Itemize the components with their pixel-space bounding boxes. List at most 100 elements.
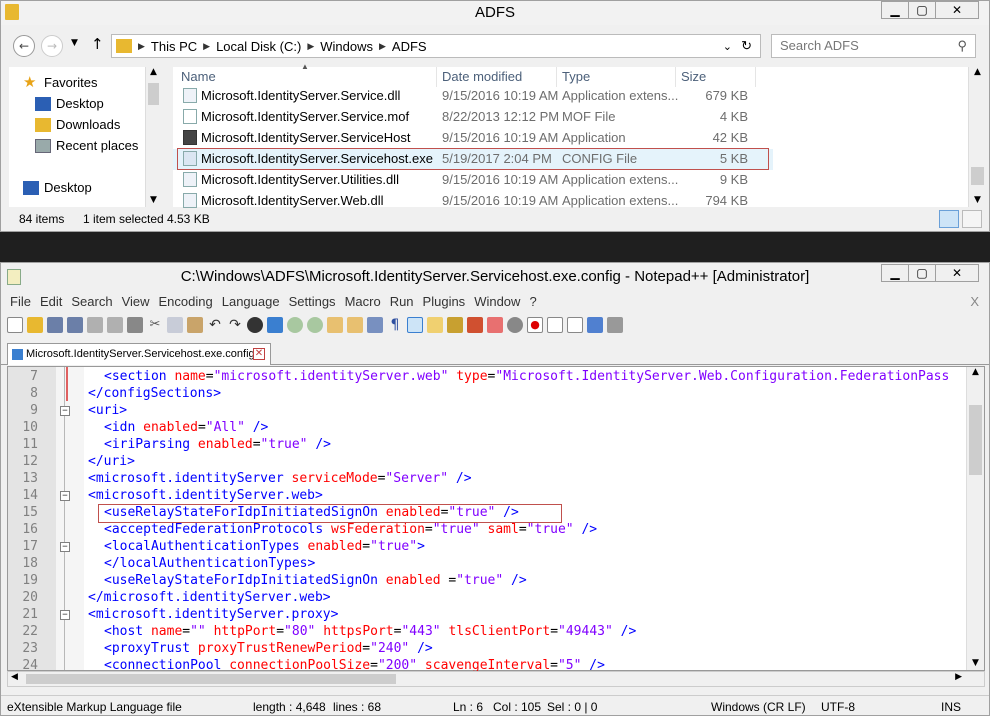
code-line[interactable]: 18 </localAuthenticationTypes>: [8, 556, 968, 573]
code-line[interactable]: 8 </configSections>: [8, 386, 968, 403]
scroll-down-icon[interactable]: ▼: [969, 195, 986, 205]
chevron-right-icon[interactable]: ▶: [379, 41, 386, 52]
tab-close-icon[interactable]: ✕: [253, 348, 265, 360]
play-macro-icon[interactable]: [567, 317, 583, 333]
code-line[interactable]: 13 <microsoft.identityServer serviceMode=…: [8, 471, 968, 488]
minimize-button[interactable]: ▁: [881, 1, 909, 19]
document-tab[interactable]: Microsoft.IdentityServer.Servicehost.exe…: [7, 343, 271, 365]
redo-icon[interactable]: ↷: [227, 317, 243, 333]
nav-recent-places[interactable]: Recent places: [35, 138, 138, 153]
file-row[interactable]: Microsoft.IdentityServer.ServiceHost 9/1…: [173, 128, 773, 149]
function-list-icon[interactable]: [467, 317, 483, 333]
monitoring-icon[interactable]: [507, 317, 523, 333]
chevron-right-icon[interactable]: ▶: [203, 41, 210, 52]
code-line[interactable]: 22 <host name="" httpPort="80" httpsPort=…: [8, 624, 968, 641]
menu-edit[interactable]: Edit: [40, 292, 62, 312]
show-all-chars-icon[interactable]: ¶: [387, 317, 403, 333]
details-view-icon[interactable]: [939, 210, 959, 228]
user-lang-icon[interactable]: [427, 317, 443, 333]
save-macro-icon[interactable]: [607, 317, 623, 333]
scroll-thumb[interactable]: [969, 405, 982, 475]
address-bar[interactable]: ▶ This PC ▶ Local Disk (C:) ▶ Windows ▶ …: [111, 34, 761, 58]
word-wrap-icon[interactable]: [367, 317, 383, 333]
save-all-icon[interactable]: [67, 317, 83, 333]
menu-encoding[interactable]: Encoding: [159, 292, 213, 312]
scroll-thumb[interactable]: [26, 674, 396, 684]
code-line[interactable]: 11 <iriParsing enabled="true" />: [8, 437, 968, 454]
column-header-name[interactable]: Name: [181, 69, 216, 84]
breadcrumb-windows[interactable]: Windows: [320, 39, 373, 54]
menu-view[interactable]: View: [122, 292, 150, 312]
save-icon[interactable]: [47, 317, 63, 333]
sync-horizontal-icon[interactable]: [347, 317, 363, 333]
sync-vertical-icon[interactable]: [327, 317, 343, 333]
minimize-button[interactable]: ▁: [881, 264, 909, 282]
code-line[interactable]: 19 <useRelayStateForIdpInitiatedSignOn en…: [8, 573, 968, 590]
forward-button[interactable]: →: [41, 35, 63, 57]
tiles-view-icon[interactable]: [962, 210, 982, 228]
file-row[interactable]: Microsoft.IdentityServer.Service.dll 9/1…: [173, 86, 773, 107]
scroll-down-icon[interactable]: ▼: [146, 195, 161, 205]
column-header-size[interactable]: Size: [681, 69, 706, 84]
breadcrumb-adfs[interactable]: ADFS: [392, 39, 427, 54]
nav-desktop-root[interactable]: Desktop: [23, 180, 92, 195]
scroll-up-icon[interactable]: ▲: [967, 367, 984, 377]
maximize-button[interactable]: ▢: [908, 264, 936, 282]
editor-hscrollbar[interactable]: ◀ ▶: [7, 671, 985, 687]
open-file-icon[interactable]: [27, 317, 43, 333]
fold-toggle-icon[interactable]: −: [60, 406, 70, 416]
code-line[interactable]: 23 <proxyTrust proxyTrustRenewPeriod="240…: [8, 641, 968, 658]
nav-downloads[interactable]: Downloads: [35, 117, 120, 132]
paste-icon[interactable]: [187, 317, 203, 333]
doc-map-icon[interactable]: [447, 317, 463, 333]
cut-icon[interactable]: ✂: [147, 317, 163, 333]
scroll-up-icon[interactable]: ▲: [146, 67, 161, 77]
find-icon[interactable]: [247, 317, 263, 333]
menu-run[interactable]: Run: [390, 292, 414, 312]
menu-settings[interactable]: Settings: [289, 292, 336, 312]
scroll-up-icon[interactable]: ▲: [969, 67, 986, 77]
zoom-out-icon[interactable]: [307, 317, 323, 333]
code-line[interactable]: 20 </microsoft.identityServer.web>: [8, 590, 968, 607]
code-line[interactable]: 14 − <microsoft.identityServer.web>: [8, 488, 968, 505]
copy-icon[interactable]: [167, 317, 183, 333]
code-line[interactable]: 17 − <localAuthenticationTypes enabled="tr…: [8, 539, 968, 556]
menu-language[interactable]: Language: [222, 292, 280, 312]
search-icon[interactable]: ⚲: [957, 35, 967, 57]
indent-guide-icon[interactable]: [407, 317, 423, 333]
chevron-right-icon[interactable]: ▶: [307, 41, 314, 52]
recent-locations-icon[interactable]: ▼: [71, 38, 78, 48]
chevron-right-icon[interactable]: ▶: [138, 41, 145, 52]
scroll-down-icon[interactable]: ▼: [967, 658, 984, 668]
replace-icon[interactable]: [267, 317, 283, 333]
menu-close-doc[interactable]: X: [970, 292, 979, 312]
column-header-date[interactable]: Date modified: [442, 69, 522, 84]
close-file-icon[interactable]: [87, 317, 103, 333]
code-line[interactable]: 12 </uri>: [8, 454, 968, 471]
fold-toggle-icon[interactable]: −: [60, 610, 70, 620]
nav-pane-scrollbar[interactable]: ▲ ▼: [145, 67, 161, 207]
scroll-left-icon[interactable]: ◀: [11, 672, 18, 682]
undo-icon[interactable]: ↶: [207, 317, 223, 333]
print-icon[interactable]: [127, 317, 143, 333]
close-button[interactable]: ✕: [935, 1, 979, 19]
file-row[interactable]: Microsoft.IdentityServer.Service.mof 8/2…: [173, 107, 773, 128]
up-arrow-icon[interactable]: ↑: [91, 35, 104, 53]
fold-toggle-icon[interactable]: −: [60, 491, 70, 501]
menu-macro[interactable]: Macro: [345, 292, 381, 312]
run-macro-multiple-icon[interactable]: [587, 317, 603, 333]
refresh-icon[interactable]: ↻: [741, 38, 752, 54]
nav-favorites[interactable]: ★ Favorites: [23, 75, 97, 91]
zoom-in-icon[interactable]: [287, 317, 303, 333]
close-button[interactable]: ✕: [935, 264, 979, 282]
nav-desktop[interactable]: Desktop: [35, 96, 104, 111]
breadcrumb-this-pc[interactable]: This PC: [151, 39, 197, 54]
scroll-thumb[interactable]: [148, 83, 159, 105]
code-line[interactable]: 10 <idn enabled="All" />: [8, 420, 968, 437]
maximize-button[interactable]: ▢: [908, 1, 936, 19]
code-line[interactable]: 7 <section name="microsoft.identityServer…: [8, 369, 968, 386]
menu-window[interactable]: Window: [474, 292, 520, 312]
search-input[interactable]: Search ADFS ⚲: [771, 34, 976, 58]
column-header-type[interactable]: Type: [562, 69, 590, 84]
breadcrumb-local-disk[interactable]: Local Disk (C:): [216, 39, 301, 54]
